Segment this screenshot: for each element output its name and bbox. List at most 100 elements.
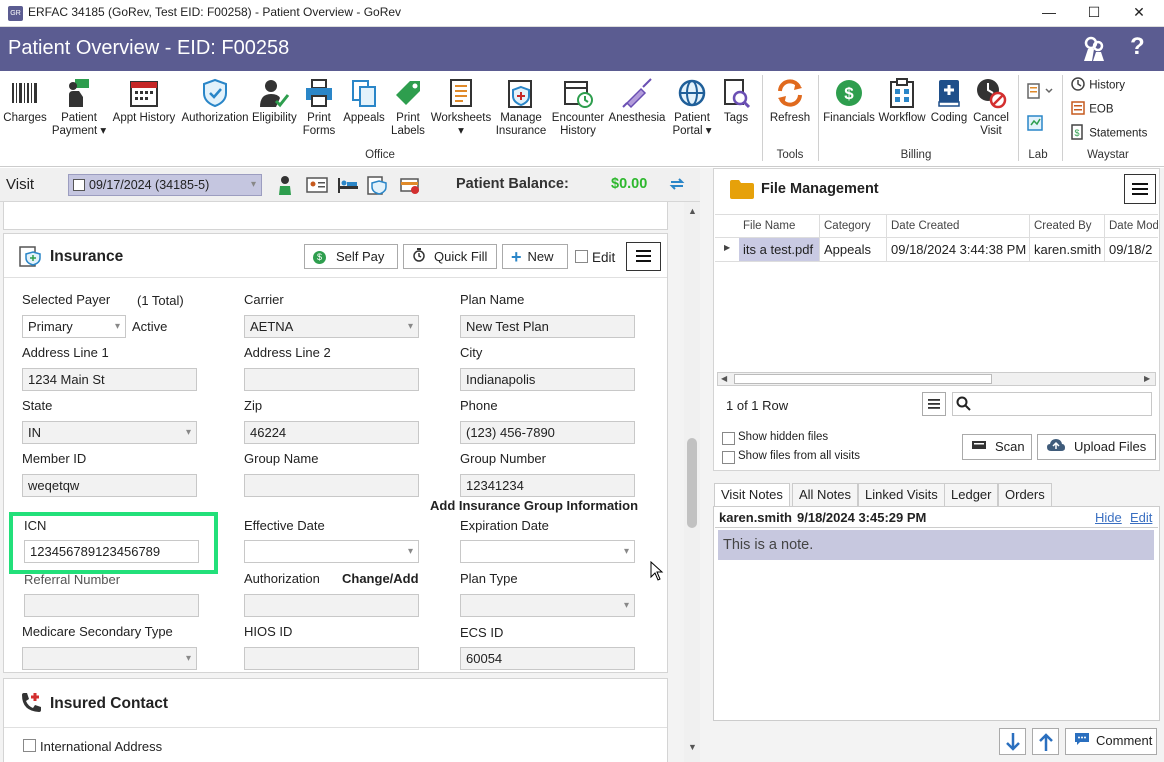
scroll-left-icon[interactable]: ◀ (721, 373, 727, 385)
appeals-button[interactable]: Appeals (341, 77, 387, 125)
tab-visit-notes[interactable]: Visit Notes (714, 483, 790, 507)
quick-fill-button[interactable]: Quick Fill (403, 244, 497, 269)
waystar-eob-button[interactable]: EOB (1070, 100, 1114, 119)
help-icon[interactable]: ? (1130, 33, 1145, 61)
grid-options-button[interactable] (922, 392, 946, 416)
appt-history-button[interactable]: Appt History (112, 77, 176, 125)
international-address-checkbox[interactable] (23, 739, 36, 752)
lab-results-icon[interactable] (1026, 114, 1044, 135)
refresh-button[interactable]: Refresh (766, 77, 814, 125)
waystar-statements-button[interactable]: $ Statements (1070, 124, 1147, 143)
print-labels-button[interactable]: Print Labels (389, 77, 427, 138)
waystar-history-button[interactable]: History (1070, 76, 1125, 95)
add-group-info-link[interactable]: Add Insurance Group Information (430, 498, 638, 513)
city-field[interactable]: Indianapolis (460, 368, 635, 391)
state-select[interactable]: IN (22, 421, 197, 444)
workflow-button[interactable]: Workflow (877, 77, 927, 125)
scroll-thumb[interactable] (687, 438, 697, 528)
financials-button[interactable]: $ Financials (822, 77, 876, 125)
date-created-cell[interactable]: 09/18/2024 3:44:38 PM (887, 238, 1030, 261)
cancel-visit-button[interactable]: Cancel Visit (971, 77, 1011, 138)
phone-field[interactable]: (123) 456-7890 (460, 421, 635, 444)
col-header-date-modified[interactable]: Date Mod (1105, 215, 1158, 237)
date-modified-cell[interactable]: 09/18/2 (1105, 238, 1158, 261)
carrier-select[interactable]: AETNA (244, 315, 419, 338)
col-header-category[interactable]: Category (820, 215, 887, 237)
insurance-menu-button[interactable] (626, 242, 661, 271)
id-card-icon[interactable] (306, 177, 328, 196)
show-all-visits-checkbox[interactable] (722, 451, 735, 464)
left-panel-scrollbar[interactable]: ▲ ▼ (684, 202, 700, 762)
tab-all-notes[interactable]: All Notes (792, 483, 859, 507)
member-id-field[interactable]: weqetqw (22, 474, 197, 497)
visit-select[interactable]: 09/17/2024 (34185-5) (68, 174, 262, 196)
patient-portal-button[interactable]: Patient Portal ▾ (668, 77, 716, 138)
effective-date-picker[interactable] (244, 540, 419, 563)
referral-number-field[interactable] (24, 594, 199, 617)
expiration-date-picker[interactable] (460, 540, 635, 563)
hospital-bed-icon[interactable] (337, 176, 359, 197)
tab-ledger[interactable]: Ledger (944, 483, 999, 507)
note-edit-link[interactable]: Edit (1130, 510, 1152, 525)
col-header-created-by[interactable]: Created By (1030, 215, 1105, 237)
tags-button[interactable]: Tags (718, 77, 754, 125)
authorization-field[interactable] (244, 594, 419, 617)
address-line1-field[interactable]: 1234 Main St (22, 368, 197, 391)
close-icon[interactable]: ✕ (1116, 0, 1162, 26)
scan-button[interactable]: Scan (962, 434, 1032, 460)
minimize-icon[interactable]: — (1026, 0, 1072, 26)
file-name-cell[interactable]: its a test.pdf (739, 238, 820, 261)
scroll-down-icon[interactable]: ▼ (688, 742, 697, 752)
ecs-id-field[interactable]: 60054 (460, 647, 635, 670)
insurance-shield-icon[interactable] (366, 175, 388, 198)
file-search-input[interactable] (952, 392, 1152, 416)
new-insurance-button[interactable]: + New (502, 244, 568, 269)
row-expand-icon[interactable]: ▶ (724, 243, 730, 252)
manage-insurance-button[interactable]: Manage Insurance (494, 77, 548, 138)
worksheets-button[interactable]: Worksheets ▾ (430, 77, 492, 138)
user-group-icon[interactable] (1083, 36, 1105, 65)
encounter-history-button[interactable]: Encounter History (550, 77, 606, 138)
scroll-up-icon[interactable]: ▲ (688, 206, 697, 216)
group-number-field[interactable]: 12341234 (460, 474, 635, 497)
anesthesia-button[interactable]: Anesthesia (608, 77, 666, 125)
upload-files-button[interactable]: Upload Files (1037, 434, 1156, 460)
comment-button[interactable]: Comment (1065, 728, 1157, 755)
authorization-button[interactable]: Authorization (181, 77, 249, 125)
group-name-field[interactable] (244, 474, 419, 497)
medicare-secondary-type-select[interactable] (22, 647, 197, 670)
hscroll-thumb[interactable] (734, 374, 992, 384)
patient-person-icon[interactable] (276, 175, 294, 198)
show-hidden-files-checkbox[interactable] (722, 432, 735, 445)
file-management-menu-button[interactable] (1124, 174, 1156, 204)
swap-arrows-icon[interactable] (668, 175, 686, 196)
eligibility-button[interactable]: Eligibility (252, 77, 297, 125)
scroll-right-icon[interactable]: ▶ (1144, 373, 1150, 385)
created-by-cell[interactable]: karen.smith (1030, 238, 1105, 261)
category-cell[interactable]: Appeals (820, 238, 887, 261)
selected-payer-select[interactable]: Primary (22, 315, 126, 338)
coding-button[interactable]: Coding (928, 77, 970, 125)
move-down-button[interactable] (999, 728, 1026, 755)
tab-linked-visits[interactable]: Linked Visits (858, 483, 945, 507)
plan-name-field[interactable]: New Test Plan (460, 315, 635, 338)
zip-field[interactable]: 46224 (244, 421, 419, 444)
hios-id-field[interactable] (244, 647, 419, 670)
tab-orders[interactable]: Orders (998, 483, 1052, 507)
maximize-icon[interactable]: ☐ (1071, 0, 1117, 26)
address-line2-field[interactable] (244, 368, 419, 391)
change-add-link[interactable]: Change/Add (342, 571, 419, 586)
note-hide-link[interactable]: Hide (1095, 510, 1122, 525)
charges-button[interactable]: Charges (3, 77, 47, 125)
col-header-file-name[interactable]: File Name (739, 215, 820, 237)
col-header-date-created[interactable]: Date Created (887, 215, 1030, 237)
payment-card-icon[interactable] (399, 175, 421, 198)
print-forms-button[interactable]: Print Forms (300, 77, 338, 138)
self-pay-button[interactable]: $ Self Pay (304, 244, 398, 269)
plan-type-select[interactable] (460, 594, 635, 617)
move-up-button[interactable] (1032, 728, 1059, 755)
file-grid-hscrollbar[interactable]: ◀ ▶ (717, 372, 1156, 386)
edit-checkbox[interactable] (575, 250, 588, 263)
patient-payment-button[interactable]: Patient Payment ▾ (50, 77, 108, 138)
lab-clipboard-button[interactable] (1026, 82, 1056, 103)
